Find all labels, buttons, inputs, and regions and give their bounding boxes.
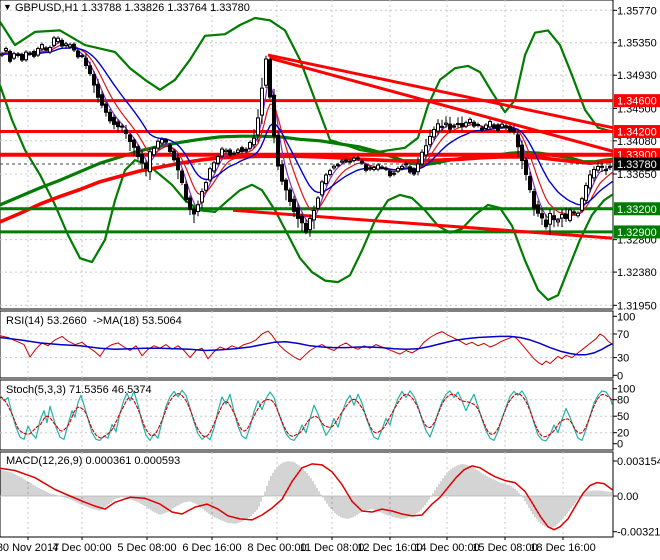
svg-text:1.35770: 1.35770 xyxy=(617,5,657,17)
svg-text:14 Dec 00:00: 14 Dec 00:00 xyxy=(414,542,479,554)
svg-text:70: 70 xyxy=(617,329,629,341)
symbol-dropdown-icon[interactable]: ▼ xyxy=(3,2,12,12)
svg-text:1.34200: 1.34200 xyxy=(617,127,657,139)
chart-title-ohlc: GBPUSD,H1 1.33788 1.33826 1.33764 1.3378… xyxy=(15,2,250,14)
price-badge-1.34600: 1.34600 xyxy=(614,94,660,108)
svg-text:30: 30 xyxy=(617,353,629,365)
svg-text:12 Dec 16:00: 12 Dec 16:00 xyxy=(357,542,422,554)
svg-text:50: 50 xyxy=(617,411,629,423)
chart-canvas[interactable]: 1.357701.353501.349301.345001.340801.336… xyxy=(0,0,660,560)
time-axis: 30 Nov 20174 Dec 00:00 5 Dec 08:00 6 Dec 1… xyxy=(0,537,596,554)
rsi-indicator-label: RSI(14) 53.2660 ->MA(18) 53.5064 xyxy=(6,315,182,327)
svg-text:1.33780: 1.33780 xyxy=(617,159,657,171)
price-badge-1.33780: 1.33780 xyxy=(614,157,660,171)
stoch-indicator-label: Stoch(5,3,3) 71.5356 46.5374 xyxy=(6,384,152,396)
svg-text:0.003154: 0.003154 xyxy=(617,456,660,468)
macd-indicator-label: MACD(12,26,9) 0.000361 0.000593 xyxy=(6,455,181,467)
svg-text:1.32900: 1.32900 xyxy=(617,227,657,239)
svg-text:1.33200: 1.33200 xyxy=(617,204,657,216)
svg-text:4 Dec 00:00: 4 Dec 00:00 xyxy=(52,542,111,554)
svg-text:5 Dec 08:00: 5 Dec 08:00 xyxy=(117,542,176,554)
svg-text:1.34600: 1.34600 xyxy=(617,96,657,108)
svg-text:18 Dec 16:00: 18 Dec 16:00 xyxy=(530,542,595,554)
price-badge-1.34200: 1.34200 xyxy=(614,125,660,139)
svg-text:80: 80 xyxy=(617,395,629,407)
svg-text:30 Nov 2017: 30 Nov 2017 xyxy=(0,542,59,554)
svg-text:1.35350: 1.35350 xyxy=(617,38,657,50)
svg-text:-0.003211: -0.003211 xyxy=(617,527,660,539)
svg-text:8 Dec 00:00: 8 Dec 00:00 xyxy=(247,542,306,554)
svg-text:1.34930: 1.34930 xyxy=(617,70,657,82)
svg-text:11 Dec 08:00: 11 Dec 08:00 xyxy=(300,542,365,554)
trading-chart-window: { "window": { "title": "GBPUSD,H1 1.3378… xyxy=(0,0,660,560)
right-axis: 1.357701.353501.349301.345001.340801.336… xyxy=(613,5,660,539)
price-badge-1.33200: 1.33200 xyxy=(614,202,660,216)
svg-text:6 Dec 16:00: 6 Dec 16:00 xyxy=(182,542,241,554)
svg-text:0.00: 0.00 xyxy=(617,491,638,503)
price-badge-1.32900: 1.32900 xyxy=(614,225,660,239)
svg-text:0: 0 xyxy=(617,370,623,382)
svg-text:0: 0 xyxy=(617,439,623,451)
svg-text:100: 100 xyxy=(617,311,635,323)
svg-text:1.32380: 1.32380 xyxy=(617,267,657,279)
svg-text:15 Dec 08:00: 15 Dec 08:00 xyxy=(472,542,537,554)
